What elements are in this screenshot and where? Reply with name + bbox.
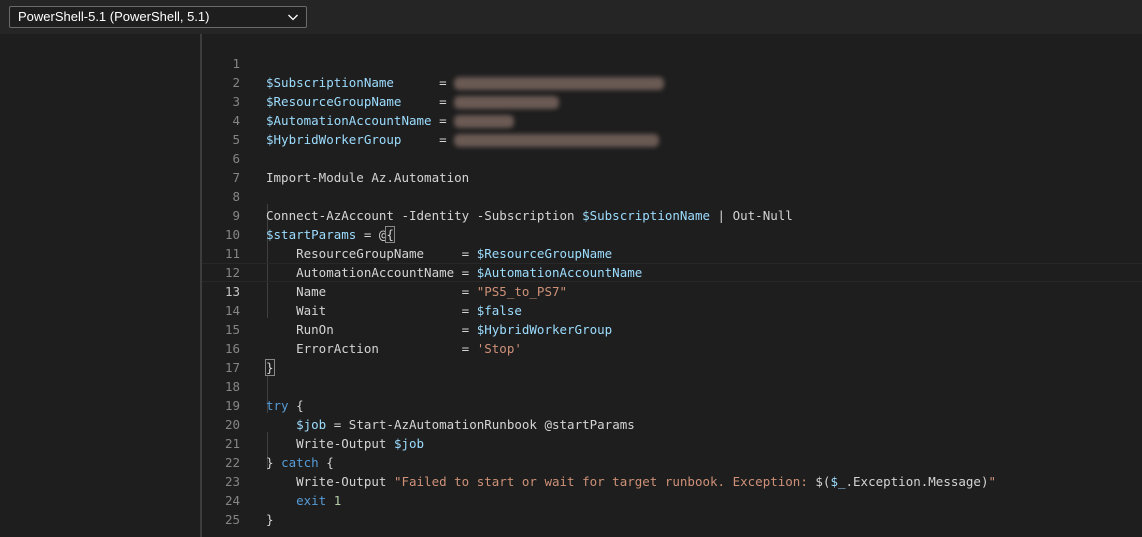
code-line: 2 $ResourceGroupName = bbox=[202, 54, 1142, 109]
code-line: 15 ErrorAction = 'Stop' bbox=[202, 301, 1142, 356]
line-content: } bbox=[266, 512, 274, 527]
code-line: 14 RunOn = $HybridWorkerGroup bbox=[202, 282, 1142, 337]
code-line: 5 bbox=[202, 111, 1142, 147]
code-line: 9 $startParams = @{ bbox=[202, 187, 1142, 243]
code-line: 24 } bbox=[202, 472, 1142, 527]
code-line: 20 Write-Output $job bbox=[202, 396, 1142, 451]
code-line: 25 bbox=[202, 491, 1142, 527]
code-line: 21 } catch { bbox=[202, 415, 1142, 470]
left-pane bbox=[0, 34, 200, 537]
code-editor[interactable]: 1 $SubscriptionName = 2 $ResourceGroupNa… bbox=[202, 34, 1142, 537]
code-line: 16 } bbox=[202, 320, 1142, 376]
code-line: 4 $HybridWorkerGroup = bbox=[202, 92, 1142, 147]
code-line-current: 13 Wait = $false bbox=[202, 263, 1142, 318]
runtime-version-dropdown[interactable]: PowerShell-5.1 (PowerShell, 5.1) bbox=[9, 6, 307, 28]
code-line: 6 Import-Module Az.Automation bbox=[202, 130, 1142, 185]
code-line: 8 Connect-AzAccount -Identity -Subscript… bbox=[202, 168, 1142, 223]
toolbar: PowerShell-5.1 (PowerShell, 5.1) bbox=[0, 0, 1142, 34]
chevron-down-icon bbox=[288, 14, 298, 21]
code-line: 23 exit 1 bbox=[202, 453, 1142, 508]
code-line: 22 Write-Output "Failed to start or wait… bbox=[202, 434, 1142, 489]
code-line: 11 AutomationAccountName = $AutomationAc… bbox=[202, 225, 1142, 280]
line-number: 25 bbox=[224, 512, 240, 527]
code-line: 17 bbox=[202, 339, 1142, 375]
code-line: 19 $job = Start-AzAutomationRunbook @sta… bbox=[202, 377, 1142, 432]
code-line: 12 Name = "PS5_to_PS7" bbox=[202, 244, 1142, 299]
code-line: 1 $SubscriptionName = bbox=[202, 35, 1142, 90]
code-line: 3 $AutomationAccountName = bbox=[202, 73, 1142, 128]
code-line: 18 try { bbox=[202, 358, 1142, 413]
runtime-version-value: PowerShell-5.1 (PowerShell, 5.1) bbox=[18, 9, 210, 24]
code-line: 7 bbox=[202, 149, 1142, 185]
code-line: 10 ResourceGroupName = $ResourceGroupNam… bbox=[202, 206, 1142, 261]
